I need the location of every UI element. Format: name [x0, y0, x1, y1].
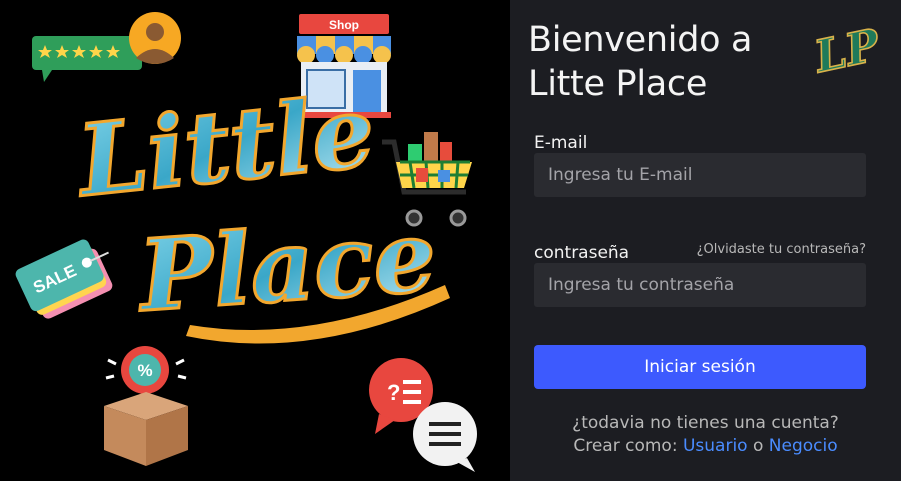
email-field[interactable]: [534, 153, 866, 197]
welcome-line2: Litte Place: [528, 64, 708, 104]
forgot-password-link[interactable]: ¿Olvidaste tu contraseña?: [697, 242, 866, 257]
create-account-row: Crear como: Usuario o Negocio: [510, 436, 901, 456]
hero-title-line1: Little: [70, 74, 380, 220]
login-button[interactable]: Iniciar sesión: [534, 345, 866, 389]
email-label: E-mail: [534, 133, 588, 153]
lp-monogram-text: LP: [809, 19, 886, 83]
no-account-text: ¿todavia no tienes una cuenta?: [572, 413, 839, 433]
hero-illustration-panel: Shop SALE % ? Little Place: [0, 0, 510, 481]
welcome-line1: Bienvenido a: [528, 20, 753, 60]
chat-bubbles-icon: ?: [369, 358, 477, 472]
create-as-text: Crear como:: [573, 436, 678, 456]
password-field[interactable]: [534, 263, 866, 307]
register-business-link[interactable]: Negocio: [769, 436, 838, 456]
shop-sign-text: Shop: [329, 18, 359, 32]
hero-title-line2: Place: [133, 199, 440, 335]
password-label: contraseña: [534, 243, 630, 263]
lp-monogram-logo: LP: [808, 19, 887, 85]
login-panel: Bienvenido a Litte Place LP E-mail contr…: [510, 0, 901, 481]
register-user-link[interactable]: Usuario: [683, 436, 748, 456]
svg-text:?: ?: [387, 380, 400, 405]
or-text: o: [752, 436, 764, 456]
little-place-logo: Little Place: [69, 73, 450, 344]
welcome-heading: Bienvenido a Litte Place: [528, 18, 753, 106]
